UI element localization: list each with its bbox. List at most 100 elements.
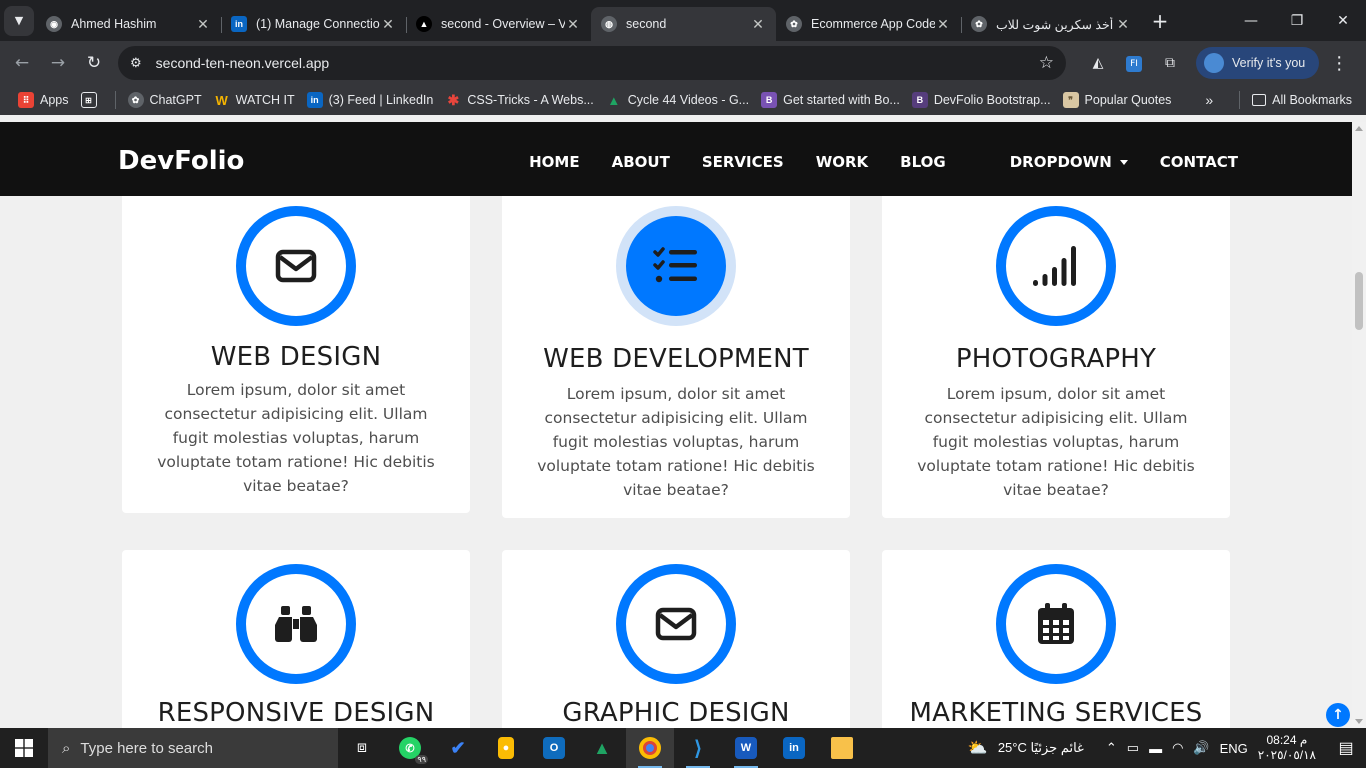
bookmark-bootstrap-start[interactable]: B Get started with Bo...	[761, 92, 900, 108]
system-tray: ⛅ 25°C غائم جزئيًا ⌃ ▭ ▬ ◠ 🔊 ENG 08:24 م…	[968, 728, 1366, 768]
whatsapp-badge: ٩٩	[415, 755, 428, 764]
bookmark-devfolio[interactable]: B DevFolio Bootstrap...	[911, 92, 1051, 108]
bookmark-linkedin-feed[interactable]: in (3) Feed | LinkedIn	[306, 92, 433, 108]
service-title: PHOTOGRAPHY	[955, 344, 1157, 374]
bookmark-apps[interactable]: ⠿ Apps	[18, 92, 69, 108]
word-icon[interactable]: W	[722, 728, 770, 768]
bookmark-cycle-44[interactable]: ▲ Cycle 44 Videos - G...	[606, 92, 749, 108]
taskbar-search[interactable]: ⌕ Type here to search	[48, 728, 338, 768]
service-title: RESPONSIVE DESIGN	[157, 698, 435, 728]
extension-icon[interactable]: ◭	[1080, 55, 1116, 71]
battery-icon[interactable]: ▬	[1149, 741, 1162, 756]
chatgpt-icon: ✿	[786, 16, 802, 32]
nav-dropdown[interactable]: DROPDOWN	[978, 153, 1128, 171]
bookmark-popular-quotes[interactable]: ❞ Popular Quotes	[1062, 92, 1171, 108]
tab-vercel-overview[interactable]: ▲ second - Overview – Vercel ✕	[406, 7, 591, 41]
whatsapp-icon[interactable]: ✆ ٩٩	[386, 728, 434, 768]
chevron-double-right-icon[interactable]: »	[1205, 92, 1213, 108]
restore-icon[interactable]: ❐	[1274, 0, 1320, 41]
clock[interactable]: 08:24 م ٢٠٢٥/٠٥/١٨	[1258, 733, 1316, 763]
nav-home[interactable]: HOME	[529, 153, 579, 171]
tab-screenshot-laptop[interactable]: ✿ أخذ سكرين شوت للاب ✕	[961, 7, 1141, 41]
task-view-icon[interactable]: ⧈	[338, 728, 386, 768]
close-icon[interactable]: ✕	[750, 16, 766, 33]
arrow-up-icon: ↑	[1332, 707, 1344, 723]
bookmark-label: Cycle 44 Videos - G...	[627, 93, 750, 107]
extension-icon[interactable]: FI	[1116, 54, 1152, 72]
forward-arrow-icon[interactable]: →	[40, 53, 76, 73]
bookmark-tab-groups[interactable]: ⊞	[80, 92, 103, 108]
volume-icon[interactable]: 🔊	[1193, 740, 1209, 756]
site-info-icon[interactable]: ⚙	[130, 55, 142, 71]
file-explorer-icon[interactable]	[818, 728, 866, 768]
bookmark-star-icon[interactable]: ☆	[1039, 53, 1054, 73]
tab-search-button[interactable]: ▼	[4, 5, 34, 36]
drive-icon[interactable]: ▲	[578, 728, 626, 768]
outlook-icon[interactable]: O	[530, 728, 578, 768]
caret-down-icon	[1119, 160, 1128, 165]
minimize-icon[interactable]: —	[1228, 0, 1274, 41]
site-brand[interactable]: DevFolio	[118, 146, 244, 176]
window-controls: — ❐ ✕	[1228, 0, 1366, 41]
vscode-icon[interactable]: ⟩	[674, 728, 722, 768]
scroll-down-icon[interactable]	[1355, 719, 1363, 724]
tab-manage-connections[interactable]: in (1) Manage Connections ✕	[221, 7, 407, 41]
vercel-icon: ▲	[416, 16, 432, 32]
windows-logo-icon	[15, 739, 33, 757]
globe-icon: ◍	[601, 16, 617, 32]
nav-services[interactable]: SERVICES	[702, 153, 784, 171]
notification-icon[interactable]: ▤	[1326, 738, 1366, 758]
keep-icon[interactable]: ●	[482, 728, 530, 768]
new-tab-button[interactable]: +	[1147, 9, 1173, 33]
extensions-puzzle-icon[interactable]: ⧉	[1152, 55, 1188, 71]
meet-now-icon[interactable]: ▭	[1127, 740, 1139, 756]
address-bar[interactable]: ⚙ second-ten-neon.vercel.app ☆	[118, 46, 1066, 80]
service-card-photography: PHOTOGRAPHY Lorem ipsum, dolor sit amet …	[882, 182, 1230, 518]
close-icon[interactable]: ✕	[380, 16, 396, 33]
nav-blog[interactable]: BLOG	[900, 153, 946, 171]
nav-contact[interactable]: CONTACT	[1160, 153, 1238, 171]
chrome-icon[interactable]	[626, 728, 674, 768]
tab-second[interactable]: ◍ second ✕	[591, 7, 776, 41]
bookmark-label: CSS-Tricks - A Webs...	[467, 93, 594, 107]
bookmark-css-tricks[interactable]: ✱ CSS-Tricks - A Webs...	[445, 92, 593, 108]
close-window-icon[interactable]: ✕	[1320, 0, 1366, 41]
tab-title: second - Overview – Vercel	[441, 17, 565, 31]
todo-icon[interactable]: ✔	[434, 728, 482, 768]
close-icon[interactable]: ✕	[195, 16, 211, 33]
url-text[interactable]: second-ten-neon.vercel.app	[156, 55, 1039, 71]
bookmark-watch-it[interactable]: W WATCH IT	[214, 92, 294, 108]
tab-ahmed-hashim[interactable]: ◉ Ahmed Hashim ✕	[36, 7, 222, 41]
weather-text[interactable]: 25°C غائم جزئيًا	[998, 740, 1084, 756]
weather-icon[interactable]: ⛅	[968, 738, 988, 758]
service-title: WEB DESIGN	[210, 342, 382, 372]
linkedin-icon: in	[231, 16, 247, 32]
linkedin-icon: in	[306, 92, 323, 108]
page-scrollbar[interactable]	[1352, 122, 1366, 728]
nav-about[interactable]: ABOUT	[612, 153, 670, 171]
chatgpt-icon: ✿	[971, 16, 987, 32]
site-navbar: DevFolio HOME ABOUT SERVICES WORK BLOG D…	[0, 122, 1352, 196]
tab-ecommerce-app-code[interactable]: ✿ Ecommerce App Code ✕	[776, 7, 962, 41]
bookmark-label: Apps	[40, 93, 69, 107]
profile-verify-button[interactable]: Verify it's you	[1196, 47, 1320, 79]
linkedin-icon[interactable]: in	[770, 728, 818, 768]
close-icon[interactable]: ✕	[565, 16, 581, 33]
start-button[interactable]	[0, 728, 48, 768]
language-indicator[interactable]: ENG	[1220, 741, 1248, 756]
service-card-web-development: WEB DEVELOPMENT Lorem ipsum, dolor sit a…	[502, 182, 850, 518]
reload-icon[interactable]: ↻	[76, 53, 112, 73]
chevron-up-icon[interactable]: ⌃	[1106, 740, 1117, 756]
all-bookmarks[interactable]: All Bookmarks	[1252, 93, 1352, 107]
scrollbar-thumb[interactable]	[1355, 272, 1363, 330]
back-to-top-button[interactable]: ↑	[1326, 703, 1350, 727]
more-options-icon[interactable]: ⋮	[1319, 53, 1359, 74]
nav-work[interactable]: WORK	[816, 153, 868, 171]
close-icon[interactable]: ✕	[1115, 16, 1131, 33]
tab-title: Ecommerce App Code	[811, 17, 935, 31]
bookmark-chatgpt[interactable]: ✿ ChatGPT	[127, 92, 202, 108]
scroll-up-icon[interactable]	[1355, 126, 1363, 131]
back-arrow-icon[interactable]: ←	[4, 53, 40, 73]
wifi-icon[interactable]: ◠	[1172, 740, 1183, 756]
close-icon[interactable]: ✕	[935, 16, 951, 33]
